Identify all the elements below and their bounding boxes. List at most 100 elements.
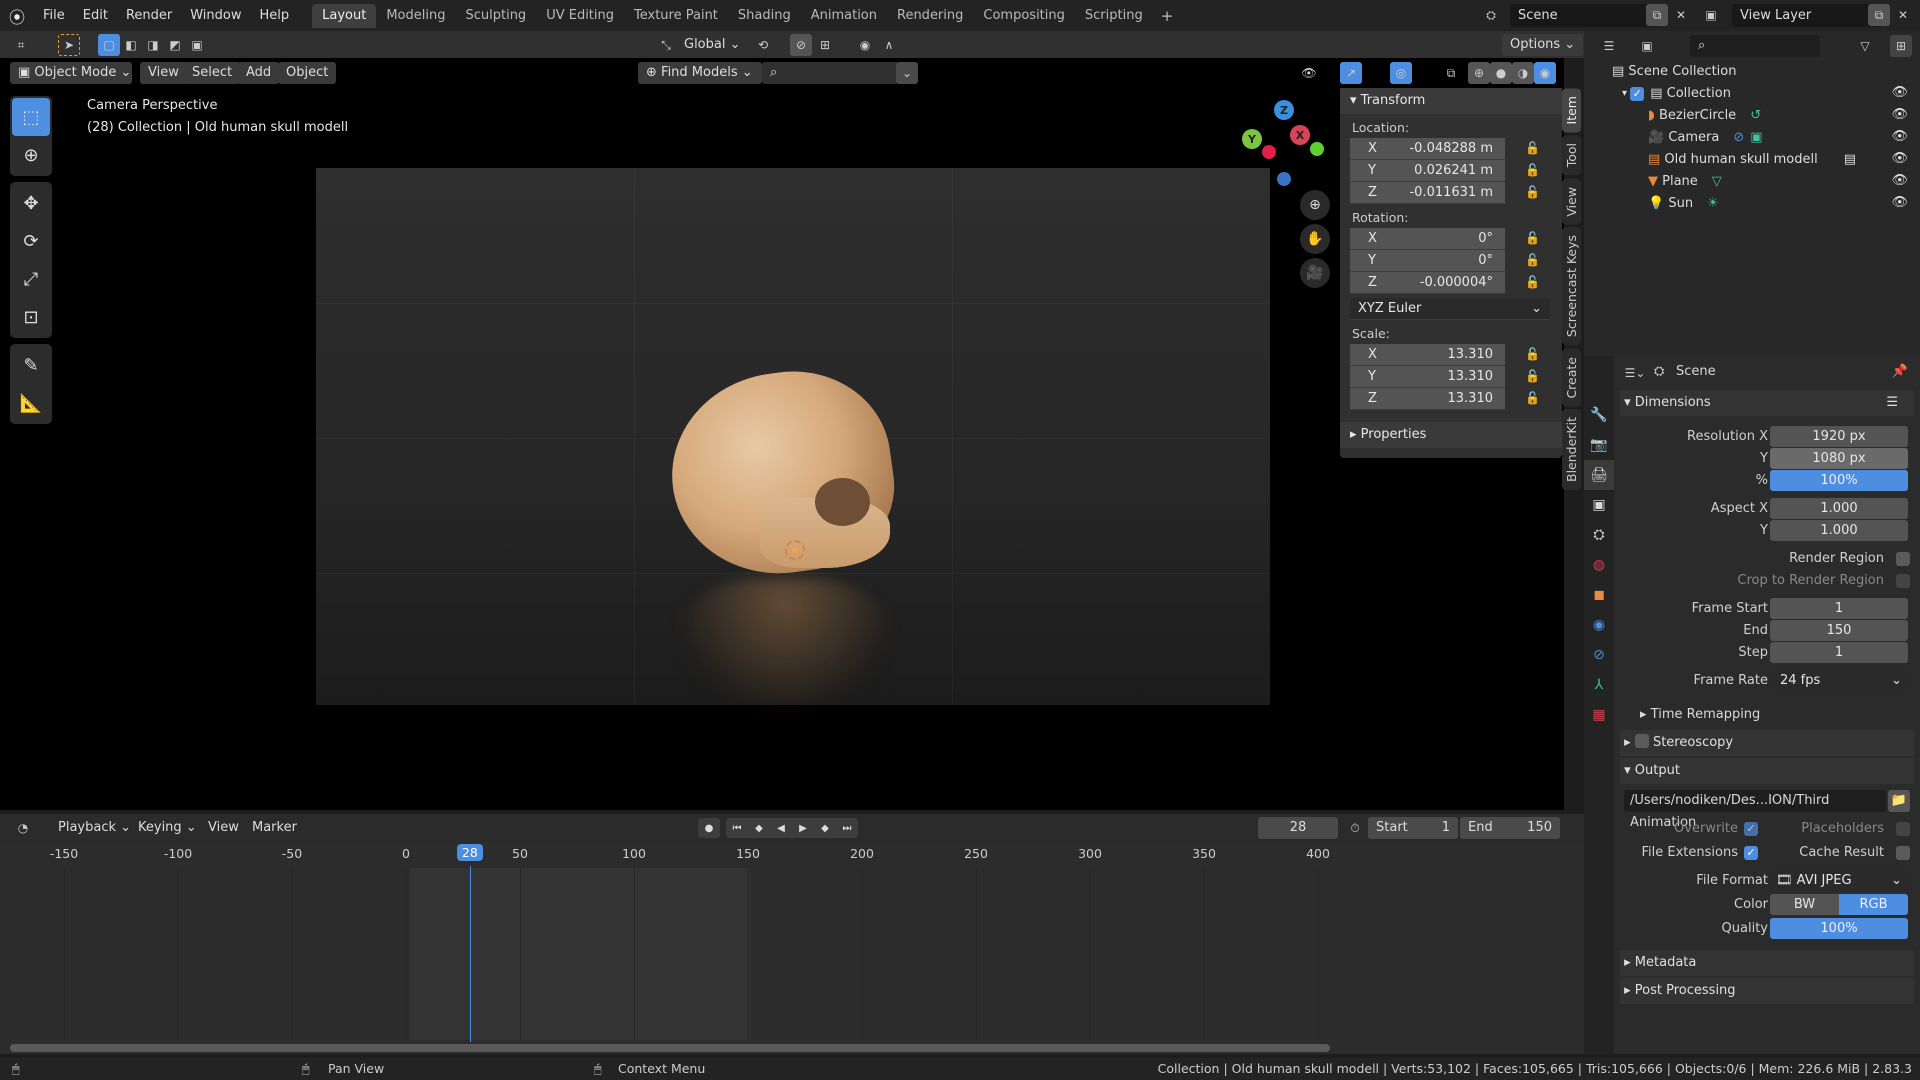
scale-tool-icon[interactable]: ⤢ xyxy=(12,260,50,298)
view-layer-filter-icon[interactable]: ▣ xyxy=(1636,35,1658,57)
menu-file[interactable]: File xyxy=(34,0,74,31)
instanced-collection-icon[interactable]: ▤ xyxy=(1844,149,1856,171)
scene-tab-icon[interactable]: ⛭ xyxy=(1584,520,1614,550)
lock-icon[interactable]: 🔓 xyxy=(1525,185,1540,199)
3d-viewport[interactable] xyxy=(0,58,1564,810)
location-x-field[interactable]: X -0.048288 m xyxy=(1350,138,1505,160)
lock-icon[interactable]: 🔓 xyxy=(1525,163,1540,177)
add-workspace-icon[interactable]: + xyxy=(1153,7,1182,25)
record-icon[interactable]: ● xyxy=(698,818,720,838)
placeholders-checkbox[interactable] xyxy=(1896,822,1910,836)
tab-rendering[interactable]: Rendering xyxy=(887,4,973,28)
overlays-toggle-icon[interactable]: ◎ xyxy=(1390,62,1412,84)
curve-data-icon[interactable]: ↺ xyxy=(1750,105,1761,127)
options-dropdown[interactable]: Options ⌄ xyxy=(1502,34,1584,56)
cursor-tool-icon[interactable]: ⊕ xyxy=(12,136,50,174)
scale-z-field[interactable]: Z 13.310 xyxy=(1350,388,1505,410)
stereoscopy-panel-header[interactable]: ▸ Stereoscopy xyxy=(1620,730,1914,756)
visibility-eye-icon[interactable]: 👁 xyxy=(1891,107,1908,122)
tab-uv-editing[interactable]: UV Editing xyxy=(536,4,624,28)
playhead-frame-label[interactable]: 28 xyxy=(456,844,483,861)
play-icon[interactable]: ▶ xyxy=(792,818,814,838)
pivot-point-icon[interactable]: ⟲ xyxy=(752,34,774,56)
folder-browse-icon[interactable]: 📁 xyxy=(1888,790,1910,812)
render-region-checkbox[interactable] xyxy=(1896,552,1910,566)
prev-keyframe-icon[interactable]: ◆ xyxy=(748,818,770,838)
output-path-field[interactable]: /Users/nodiken/Des...ION/Third Animation xyxy=(1624,790,1886,830)
render-tab-icon[interactable]: 📷 xyxy=(1584,430,1614,460)
menu-edit[interactable]: Edit xyxy=(74,0,117,31)
jump-end-icon[interactable]: ⏭ xyxy=(836,818,858,838)
overwrite-checkbox[interactable]: ✓ xyxy=(1744,822,1758,836)
visibility-eye-icon[interactable]: 👁 xyxy=(1891,129,1908,144)
display-mode-icon[interactable]: ☰ xyxy=(1598,35,1620,57)
gizmo-neg-y[interactable] xyxy=(1310,142,1324,156)
shading-solid-icon[interactable]: ● xyxy=(1490,62,1512,84)
outliner-item[interactable]: 💡 Sun ☀ xyxy=(1648,193,1719,215)
rotation-z-field[interactable]: Z -0.000004° xyxy=(1350,272,1505,294)
visibility-icon[interactable]: 👁 xyxy=(1298,62,1320,84)
visibility-eye-icon[interactable]: 👁 xyxy=(1891,151,1908,166)
mode-dropdown[interactable]: ▣ Object Mode ⌄ xyxy=(10,62,132,84)
lock-icon[interactable]: 🔓 xyxy=(1525,347,1540,361)
rotate-tool-icon[interactable]: ⟳ xyxy=(12,222,50,260)
outliner-collection[interactable]: ▾ ✓ ▤ Collection xyxy=(1622,83,1731,105)
marker-menu[interactable]: Marker xyxy=(244,817,305,839)
tab-modeling[interactable]: Modeling xyxy=(376,4,455,28)
shading-wireframe-icon[interactable]: ⊕ xyxy=(1468,62,1490,84)
view-layer-tab-icon[interactable]: ▣ xyxy=(1584,490,1614,520)
new-scene-icon[interactable]: ⧉ xyxy=(1646,4,1668,26)
shading-material-icon[interactable]: ◑ xyxy=(1512,62,1534,84)
pan-view-icon[interactable]: ✋ xyxy=(1300,224,1330,254)
lock-icon[interactable]: 🔓 xyxy=(1525,391,1540,405)
playhead-line[interactable] xyxy=(469,866,471,1042)
color-rgb-button[interactable]: RGB xyxy=(1839,894,1908,915)
select-tool-icon[interactable]: ➤ xyxy=(58,34,80,56)
lock-icon[interactable]: 🔓 xyxy=(1525,253,1540,267)
tab-sculpting[interactable]: Sculpting xyxy=(455,4,536,28)
aspect-y-field[interactable]: 1.000 xyxy=(1770,520,1908,541)
gizmo-y-axis[interactable]: Y xyxy=(1242,129,1262,149)
menu-window[interactable]: Window xyxy=(181,0,250,31)
constraint-icon[interactable]: ⊘ xyxy=(1733,127,1744,149)
select-mode-extend-icon[interactable]: ◧ xyxy=(120,34,142,56)
outliner-scene-collection[interactable]: ▤ Scene Collection xyxy=(1612,61,1737,83)
new-collection-icon[interactable]: ⊞ xyxy=(1890,35,1912,57)
move-tool-icon[interactable]: ✥ xyxy=(12,184,50,222)
scale-y-field[interactable]: Y 13.310 xyxy=(1350,366,1505,388)
tab-layout[interactable]: Layout xyxy=(312,3,377,28)
menu-help[interactable]: Help xyxy=(251,0,299,31)
outliner-item[interactable]: ◗ BezierCircle ↺ xyxy=(1648,105,1761,127)
outliner-search-input[interactable]: ⌕ xyxy=(1690,35,1820,57)
blender-logo-icon[interactable]: ⦿ xyxy=(0,4,34,28)
scale-x-field[interactable]: X 13.310 xyxy=(1350,344,1505,366)
camera-view-icon[interactable]: 🎥 xyxy=(1300,258,1330,288)
location-y-field[interactable]: Y 0.026241 m xyxy=(1350,160,1505,182)
physics-tab-icon[interactable]: ◉ xyxy=(1584,610,1614,640)
outliner-item[interactable]: ▤ Old human skull modell ▤ xyxy=(1648,149,1856,171)
start-frame-field[interactable]: Start 1 xyxy=(1368,817,1458,839)
frame-start-field[interactable]: 1 xyxy=(1770,598,1908,619)
snap-icon[interactable]: ⊘ xyxy=(790,34,812,56)
object-data-tab-icon[interactable]: ⅄ xyxy=(1584,670,1614,700)
preview-range-stopwatch-icon[interactable]: ⏱ xyxy=(1344,817,1366,839)
sidebar-tab-screencast-keys[interactable]: Screencast Keys xyxy=(1562,227,1581,346)
tab-shading[interactable]: Shading xyxy=(728,4,801,28)
file-format-dropdown[interactable]: 🎞 AVI JPEG ⌄ xyxy=(1770,870,1908,891)
post-processing-panel-header[interactable]: ▸ Post Processing xyxy=(1620,978,1914,1004)
lock-icon[interactable]: 🔓 xyxy=(1525,369,1540,383)
lock-icon[interactable]: 🔓 xyxy=(1525,231,1540,245)
gizmo-x-axis[interactable]: X xyxy=(1290,125,1310,145)
select-mode-subtract-icon[interactable]: ◨ xyxy=(142,34,164,56)
texture-tab-icon[interactable]: ▦ xyxy=(1584,700,1614,730)
scene-selector-icon[interactable]: ⛭ xyxy=(1480,4,1502,26)
resolution-y-field[interactable]: 1080 px xyxy=(1770,448,1908,469)
sidebar-tab-item[interactable]: Item xyxy=(1562,88,1581,133)
orientation-dropdown[interactable]: Global ⌄ xyxy=(676,34,749,56)
menu-object[interactable]: Object xyxy=(278,62,337,84)
stereoscopy-checkbox[interactable] xyxy=(1634,734,1649,748)
sidebar-tab-create[interactable]: Create xyxy=(1562,348,1581,407)
select-mode-new-icon[interactable]: ▢ xyxy=(98,34,120,56)
editor-type-clock-icon[interactable]: ◔ xyxy=(12,817,34,839)
visibility-eye-icon[interactable]: 👁 xyxy=(1891,173,1908,188)
